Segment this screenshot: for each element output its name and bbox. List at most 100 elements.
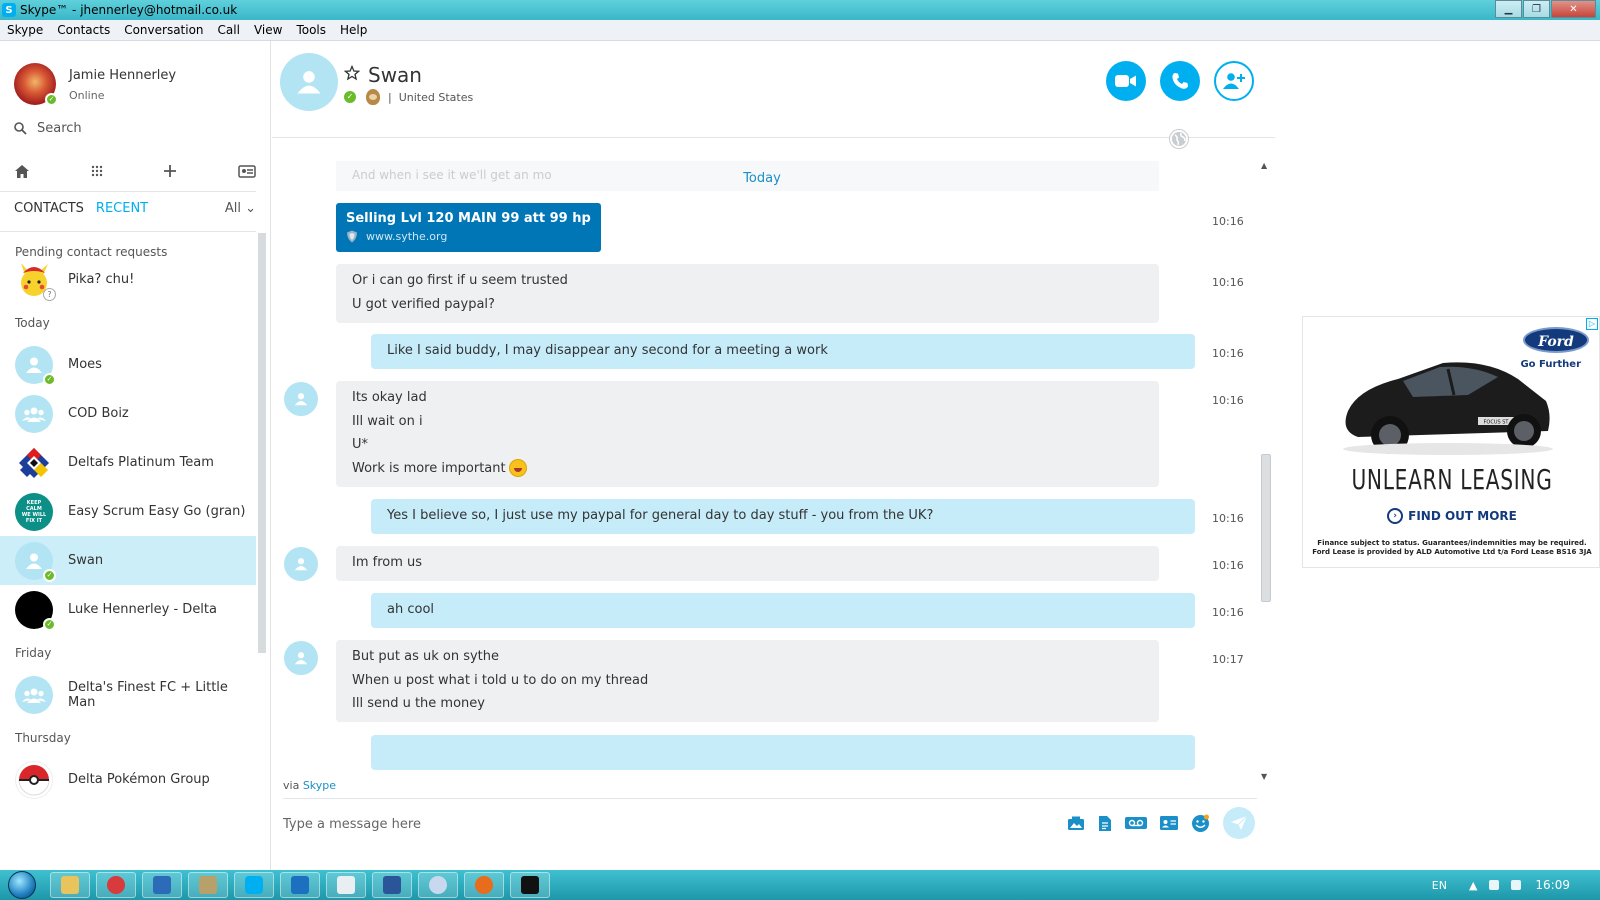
network-icon[interactable]	[1489, 880, 1500, 890]
itunes-icon	[429, 876, 447, 894]
list-item-cod-boiz[interactable]: COD Boiz	[0, 389, 256, 438]
list-item-delta-pokemon[interactable]: Delta Pokémon Group	[0, 755, 256, 804]
minimize-button[interactable]: ▁	[1495, 0, 1522, 18]
scroll-thumb[interactable]	[1261, 454, 1271, 602]
scroll-up-arrow-icon[interactable]: ▲	[1261, 161, 1267, 170]
globe-icon[interactable]	[1169, 129, 1189, 149]
taskbar-cmd[interactable]	[510, 872, 550, 898]
profile-name[interactable]: Jamie Hennerley	[69, 68, 176, 83]
conversation-title: Swan	[368, 63, 422, 87]
taskbar-outlook[interactable]	[280, 872, 320, 898]
favorite-star-icon[interactable]	[344, 65, 360, 81]
menu-conversation[interactable]: Conversation	[117, 23, 210, 37]
list-item-swan[interactable]: ✓ Swan	[0, 536, 256, 585]
search-box[interactable]: Search	[14, 121, 82, 136]
tab-contacts[interactable]: CONTACTS	[14, 201, 84, 216]
send-photo-button[interactable]	[1067, 816, 1085, 831]
conversation-avatar[interactable]	[280, 53, 338, 111]
profile-status[interactable]: Online	[69, 89, 104, 102]
menu-view[interactable]: View	[247, 23, 289, 37]
message-time: 10:16	[1212, 512, 1244, 525]
advertisement[interactable]: ▷ Ford Go Further FOCUS ST UNLEARN LEASI…	[1302, 316, 1600, 568]
call-buttons	[1092, 61, 1254, 101]
divider	[0, 231, 256, 232]
via-label: via Skype	[283, 779, 336, 792]
taskbar-firefox[interactable]	[464, 872, 504, 898]
show-hidden-icons-icon[interactable]: ▲	[1469, 879, 1477, 892]
message-line: Yes I believe so, I just use my paypal f…	[387, 508, 934, 523]
send-contacts-button[interactable]	[1160, 816, 1178, 830]
fine-print-line: Finance subject to status. Guarantees/in…	[1317, 539, 1587, 547]
taskbar-app-red[interactable]	[96, 872, 136, 898]
message-input[interactable]: Type a message here	[283, 817, 421, 832]
list-item-luke[interactable]: ✓ Luke Hennerley - Delta	[0, 585, 256, 634]
sender-avatar[interactable]	[284, 382, 318, 416]
message-time: 10:16	[1212, 347, 1244, 360]
restore-button[interactable]: ❐	[1523, 0, 1550, 18]
clock[interactable]: 16:09	[1535, 878, 1570, 892]
tab-recent[interactable]: RECENT	[96, 201, 148, 216]
menu-skype[interactable]: Skype	[0, 23, 50, 37]
section-thursday: Thursday	[15, 731, 71, 745]
sender-avatar[interactable]	[284, 641, 318, 675]
taskbar-word[interactable]	[372, 872, 412, 898]
sidebar-scrollbar[interactable]	[258, 233, 266, 653]
taskbar-app-blue[interactable]	[142, 872, 182, 898]
conversation-pane: Swan ✓ | United States And when i see it…	[272, 41, 1275, 870]
home-icon[interactable]	[14, 164, 30, 179]
language-indicator[interactable]: EN	[1432, 879, 1447, 892]
link-url: www.sythe.org	[366, 230, 448, 243]
taskbar-itunes[interactable]	[418, 872, 458, 898]
list-item-deltafs[interactable]: Deltafs Platinum Team	[0, 438, 256, 487]
taskbar-skype[interactable]	[234, 872, 274, 898]
taskbar-explorer[interactable]	[50, 872, 90, 898]
fine-print-line: Ford Lease is provided by ALD Automotive…	[1312, 548, 1592, 556]
via-skype-link[interactable]: Skype	[303, 779, 336, 792]
menu-call[interactable]: Call	[211, 23, 247, 37]
smiley-icon	[1192, 814, 1209, 832]
send-file-button[interactable]	[1098, 815, 1112, 832]
send-button[interactable]	[1223, 807, 1255, 839]
adchoices-icon[interactable]: ▷	[1586, 318, 1598, 330]
close-button[interactable]: ✕	[1551, 0, 1596, 18]
video-call-button[interactable]	[1106, 61, 1146, 101]
menu-contacts[interactable]: Contacts	[50, 23, 117, 37]
dialpad-icon[interactable]	[91, 165, 103, 177]
message-line: When u post what i told u to do on my th…	[352, 672, 649, 688]
contacts-card-icon[interactable]	[238, 164, 256, 179]
start-button[interactable]	[0, 870, 44, 900]
voice-call-button[interactable]	[1160, 61, 1200, 101]
menu-tools[interactable]: Tools	[289, 23, 333, 37]
list-item-moes[interactable]: ✓ Moes	[0, 340, 256, 389]
menu-help[interactable]: Help	[333, 23, 374, 37]
contact-name: Luke Hennerley - Delta	[68, 602, 217, 617]
profile-avatar[interactable]: ✓	[14, 63, 58, 106]
person-icon	[294, 652, 308, 665]
filter-dropdown[interactable]: All ⌄	[225, 201, 256, 216]
add-icon[interactable]	[163, 164, 177, 178]
list-item-deltas-finest[interactable]: Delta's Finest FC + Little Man	[0, 670, 256, 719]
find-out-more-link[interactable]: › FIND OUT MORE	[1303, 508, 1600, 524]
message-history[interactable]: And when i see it we'll get an mo Today …	[272, 159, 1275, 783]
chat-scrollbar[interactable]: ▲ ▼	[1259, 159, 1273, 783]
volume-icon[interactable]	[1511, 880, 1522, 890]
scroll-down-arrow-icon[interactable]: ▼	[1261, 772, 1267, 781]
list-item-easy-scrum[interactable]: KEEP CALM WE WILL FIX IT Easy Scrum Easy Go…	[0, 487, 256, 536]
list-item-pika[interactable]: ? Pika? chu!	[0, 255, 256, 304]
message-time: 10:16	[1212, 559, 1244, 572]
taskbar: EN ▲ 16:09	[0, 870, 1600, 900]
taskbar-notepad[interactable]	[326, 872, 366, 898]
avatar	[15, 675, 53, 714]
emoticon-button[interactable]	[1191, 814, 1210, 833]
taskbar-app-tools[interactable]	[188, 872, 228, 898]
add-person-icon	[1223, 73, 1245, 89]
sender-avatar[interactable]	[284, 547, 318, 581]
ad-fine-print: Finance subject to status. Guarantees/in…	[1303, 539, 1600, 557]
video-message-icon	[1125, 817, 1147, 829]
contact-name: Deltafs Platinum Team	[68, 455, 214, 470]
avatar: ✓	[15, 590, 56, 631]
add-people-button[interactable]	[1214, 61, 1254, 101]
video-message-button[interactable]	[1125, 816, 1147, 830]
car-image: FOCUS ST	[1343, 362, 1553, 455]
link-preview-card[interactable]: Selling Lvl 120 MAIN 99 att 99 hp 94... …	[336, 203, 601, 252]
